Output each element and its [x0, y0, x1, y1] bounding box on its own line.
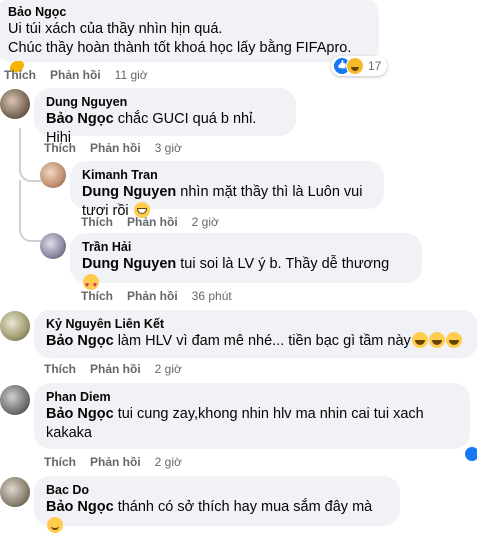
comment-text: Dung Nguyen tui soi là LV ý b. Thầy dễ t…	[82, 255, 410, 295]
comment-author[interactable]: Trần Hải	[82, 239, 410, 255]
smiling-face-icon	[47, 517, 63, 533]
haha-reaction-icon	[346, 57, 364, 75]
comment-bubble: Phan Diem Bảo Ngọc tui cung zay,khong nh…	[34, 383, 470, 449]
reaction-count: 17	[368, 59, 382, 73]
comment-text: Bảo Ngọc thánh có sở thích hay mua sắm đ…	[46, 498, 388, 536]
like-reaction-icon[interactable]	[464, 446, 477, 462]
comment-text: Bảo Ngọc làm HLV vì đam mê nhé... tiền b…	[46, 332, 466, 351]
timestamp[interactable]: 2 giờ	[155, 455, 182, 469]
timestamp[interactable]: 11 giờ	[115, 68, 148, 82]
comment-author[interactable]: Dung Nguyen	[46, 94, 284, 110]
like-link[interactable]: Thích	[81, 289, 113, 303]
like-link[interactable]: Thích	[44, 362, 76, 376]
comment-actions: Thích Phản hồi 2 giờ	[81, 215, 233, 229]
like-link[interactable]: Thích	[44, 141, 76, 155]
mention-link[interactable]: Bảo Ngọc	[46, 333, 114, 349]
rolling-laughing-icon	[445, 332, 462, 348]
comment-author[interactable]: Bac Do	[46, 482, 388, 498]
rolling-laughing-icon	[411, 332, 428, 348]
reply-link[interactable]: Phản hồi	[127, 289, 178, 303]
comment-actions: Thích Phản hồi 36 phút	[81, 289, 246, 303]
comment-bubble: Trần Hải Dung Nguyen tui soi là LV ý b. …	[70, 233, 422, 295]
mention-link[interactable]: Dung Nguyen	[82, 184, 176, 200]
comment-author[interactable]: Bảo Ngọc	[8, 4, 367, 20]
rolling-laughing-icon	[428, 332, 445, 348]
comment-actions: Thích Phản hồi 3 giờ	[44, 141, 196, 155]
timestamp[interactable]: 2 giờ	[155, 362, 182, 376]
reply-connector	[19, 128, 41, 182]
avatar[interactable]	[0, 311, 30, 341]
reply-link[interactable]: Phản hồi	[90, 141, 141, 155]
mention-link[interactable]: Dung Nguyen	[82, 256, 176, 272]
comment-actions: Thích Phản hồi 2 giờ	[44, 455, 196, 469]
comment-bubble: Bac Do Bảo Ngọc thánh có sở thích hay mu…	[34, 476, 400, 533]
comment-bubble: Kỷ Nguyên Liên Kết Bảo Ngọc làm HLV vì đ…	[34, 310, 477, 358]
timestamp[interactable]: 36 phút	[192, 289, 232, 303]
like-link[interactable]: Thích	[44, 455, 76, 469]
reply-link[interactable]: Phản hồi	[90, 362, 141, 376]
avatar[interactable]	[40, 162, 66, 188]
comment-author[interactable]: Phan Diem	[46, 389, 458, 405]
comment-bubble: Bảo Ngọc Ui túi xách của thầy nhìn hịn q…	[0, 0, 379, 72]
timestamp[interactable]: 2 giờ	[192, 215, 219, 229]
reply-connector	[19, 180, 41, 242]
timestamp[interactable]: 3 giờ	[155, 141, 182, 155]
like-link[interactable]: Thích	[81, 215, 113, 229]
comment-text: kakaka	[46, 425, 92, 441]
comment-author[interactable]: Kimanh Tran	[82, 167, 372, 183]
comment-bubble: Kimanh Tran Dung Nguyen nhìn mặt thầy th…	[70, 161, 384, 219]
reply-link[interactable]: Phản hồi	[127, 215, 178, 229]
avatar[interactable]	[40, 233, 66, 259]
comment-bubble: Dung Nguyen Bảo Ngọc chắc GUCI quá b nhỉ…	[34, 88, 296, 146]
reply-link[interactable]: Phản hồi	[90, 455, 141, 469]
mention-link[interactable]: Bảo Ngọc	[46, 499, 114, 515]
comment-text: Ui túi xách của thầy nhìn hịn quá.	[8, 21, 223, 37]
like-link[interactable]: Thích	[4, 68, 36, 82]
avatar[interactable]	[0, 89, 30, 119]
reaction-summary[interactable]: 17	[331, 56, 388, 76]
mention-link[interactable]: Bảo Ngọc	[46, 406, 114, 422]
heart-eyes-icon	[83, 274, 99, 295]
comment-text: Bảo Ngọc tui cung zay,khong nhin hlv ma …	[46, 406, 424, 422]
mention-link[interactable]: Bảo Ngọc	[46, 111, 114, 127]
comment-actions: Thích Phản hồi 11 giờ	[4, 68, 162, 82]
comment-actions: Thích Phản hồi 2 giờ	[44, 362, 196, 376]
comment-author[interactable]: Kỷ Nguyên Liên Kết	[46, 316, 466, 332]
reply-link[interactable]: Phản hồi	[50, 68, 101, 82]
avatar[interactable]	[0, 385, 30, 415]
avatar[interactable]	[0, 477, 30, 507]
